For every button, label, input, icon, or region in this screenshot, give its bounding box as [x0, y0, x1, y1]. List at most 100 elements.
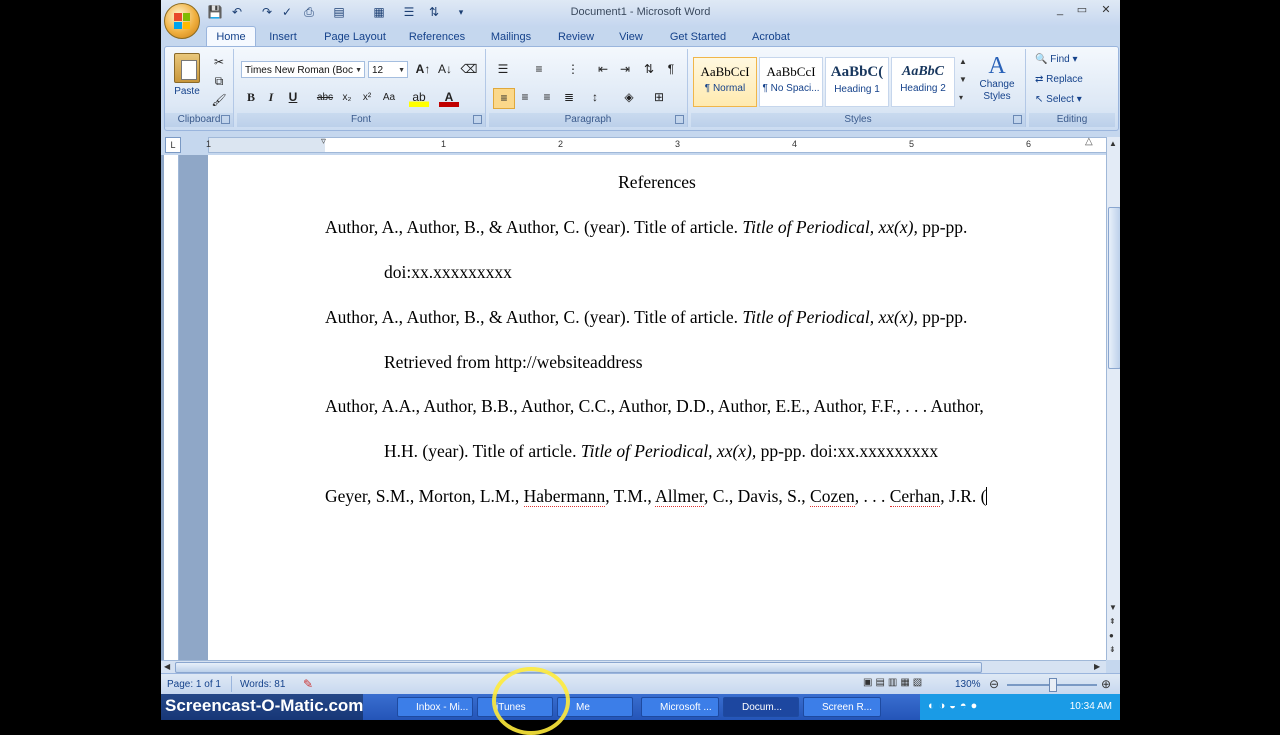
misspelled-word[interactable]: Cozen: [810, 486, 855, 507]
minimize-button[interactable]: _: [1049, 2, 1071, 18]
vertical-scrollbar[interactable]: ▲ ▼ ⇞ ● ⇟: [1106, 137, 1120, 660]
multilevel-list-button[interactable]: ⋮: [563, 60, 583, 79]
borders-icon[interactable]: ⊞: [649, 88, 669, 107]
format-painter-icon[interactable]: 🖌: [209, 91, 229, 110]
replace-button[interactable]: ⇄ Replace: [1035, 74, 1083, 85]
decrease-indent-button[interactable]: ⇤: [593, 60, 613, 79]
styles-scroll-up-icon[interactable]: ▲: [959, 57, 967, 66]
tab-mailings[interactable]: Mailings: [483, 29, 539, 46]
styles-more-icon[interactable]: ▾: [959, 93, 963, 102]
style-normal[interactable]: AaBbCcI ¶ Normal: [693, 57, 757, 107]
first-line-indent-marker[interactable]: ▿: [321, 136, 326, 147]
tab-view[interactable]: View: [613, 29, 649, 46]
taskbar-item-microsoft[interactable]: Microsoft ...: [641, 697, 719, 717]
find-button[interactable]: 🔍 Find ▾: [1035, 54, 1078, 65]
vertical-ruler[interactable]: [164, 155, 179, 660]
show-formatting-button[interactable]: ¶: [661, 60, 681, 79]
page-title: References: [618, 172, 696, 192]
italic-button[interactable]: I: [261, 88, 281, 107]
tab-home[interactable]: Home: [206, 26, 256, 48]
taskbar-item-screen-recorder[interactable]: Screen R...: [803, 697, 881, 717]
subscript-button[interactable]: x₂: [337, 88, 357, 107]
align-center-button[interactable]: ≡: [515, 88, 535, 107]
restore-button[interactable]: ▭: [1071, 2, 1093, 18]
paste-button[interactable]: Paste: [171, 53, 203, 103]
close-button[interactable]: ✕: [1095, 2, 1117, 18]
bold-button[interactable]: B: [241, 88, 261, 107]
tab-references[interactable]: References: [403, 29, 471, 46]
align-right-button[interactable]: ≡: [537, 88, 557, 107]
styles-scroll-down-icon[interactable]: ▼: [959, 75, 967, 84]
bullets-button[interactable]: ☰: [493, 60, 513, 79]
shrink-font-icon[interactable]: A↓: [435, 60, 455, 79]
grow-font-icon[interactable]: A↑: [413, 60, 433, 79]
numbering-button[interactable]: ≡: [529, 60, 549, 79]
page-count[interactable]: Page: 1 of 1: [167, 679, 221, 690]
change-case-button[interactable]: Aa: [379, 88, 399, 107]
style-heading-2[interactable]: AaBbC Heading 2: [891, 57, 955, 107]
font-name-combo[interactable]: Times New Roman (Boc ▼: [241, 61, 365, 78]
horizontal-scrollbar[interactable]: ◀ ▶: [161, 660, 1106, 674]
word-count[interactable]: Words: 81: [240, 679, 285, 690]
misspelled-word[interactable]: Allmer: [655, 486, 705, 507]
zoom-level[interactable]: 130%: [955, 679, 981, 690]
tab-get-started[interactable]: Get Started: [663, 29, 733, 46]
font-launcher-icon[interactable]: [473, 115, 482, 124]
scroll-up-icon[interactable]: ▲: [1109, 139, 1117, 148]
office-button[interactable]: [164, 3, 200, 39]
editing-group-label: Editing: [1029, 113, 1115, 127]
clear-formatting-icon[interactable]: ⌫: [459, 60, 479, 79]
line-spacing-button[interactable]: ↕: [585, 88, 605, 107]
font-color-icon[interactable]: A: [439, 88, 459, 107]
zoom-slider-thumb[interactable]: [1049, 678, 1057, 692]
select-button[interactable]: ↖ Select ▾: [1035, 94, 1082, 105]
sort-button[interactable]: ⇅: [639, 60, 659, 79]
tab-review[interactable]: Review: [551, 29, 601, 46]
change-styles-label: Change Styles: [979, 79, 1015, 102]
align-left-button[interactable]: ≡: [493, 88, 515, 109]
scroll-right-icon[interactable]: ▶: [1094, 662, 1100, 671]
increase-indent-button[interactable]: ⇥: [615, 60, 635, 79]
ruler-number: 5: [909, 139, 915, 149]
tab-insert[interactable]: Insert: [261, 29, 305, 46]
copy-icon[interactable]: ⧉: [209, 72, 229, 91]
taskbar-item-inbox[interactable]: Inbox - Mi...: [397, 697, 473, 717]
paragraph-launcher-icon[interactable]: [675, 115, 684, 124]
scroll-left-icon[interactable]: ◀: [164, 662, 170, 671]
zoom-out-icon[interactable]: ⊖: [989, 677, 999, 691]
styles-launcher-icon[interactable]: [1013, 115, 1022, 124]
justify-button[interactable]: ≣: [559, 88, 579, 107]
change-styles-button[interactable]: A Change Styles: [973, 53, 1021, 109]
proofing-icon[interactable]: ✎: [303, 677, 313, 691]
horizontal-ruler[interactable]: L ▿ 1 1 2 3 4 5 6 △: [161, 134, 1120, 155]
strikethrough-button[interactable]: abc: [315, 88, 335, 107]
font-size-combo[interactable]: 12 ▼: [368, 61, 408, 78]
previous-page-icon[interactable]: ⇞: [1109, 617, 1116, 626]
misspelled-word[interactable]: Habermann: [523, 486, 606, 507]
superscript-button[interactable]: x²: [357, 88, 377, 107]
highlight-icon[interactable]: ab: [409, 88, 429, 107]
document-page[interactable]: References Author, A., Author, B., & Aut…: [208, 155, 1106, 660]
font-name-value: Times New Roman (Boc: [245, 65, 353, 76]
underline-button[interactable]: U: [283, 88, 303, 107]
view-buttons[interactable]: ▣▤▥▦▧: [863, 677, 947, 691]
next-page-icon[interactable]: ⇟: [1109, 645, 1116, 654]
cut-icon[interactable]: ✂: [209, 53, 229, 72]
browse-object-icon[interactable]: ●: [1109, 631, 1114, 640]
scroll-down-icon[interactable]: ▼: [1109, 603, 1117, 612]
right-indent-marker[interactable]: △: [1085, 136, 1093, 147]
tab-selector-icon[interactable]: L: [165, 137, 181, 153]
scroll-thumb[interactable]: [1108, 207, 1120, 369]
style-heading-1[interactable]: AaBbC( Heading 1: [825, 57, 889, 107]
taskbar-item-document[interactable]: Docum...: [723, 697, 799, 717]
hscroll-thumb[interactable]: [175, 662, 982, 673]
shading-icon[interactable]: ◈: [619, 88, 639, 107]
misspelled-word[interactable]: Cerhan: [889, 486, 941, 507]
reference-italic: Title of Periodical, xx(x),: [580, 441, 757, 461]
tab-page-layout[interactable]: Page Layout: [319, 29, 391, 46]
tab-acrobat[interactable]: Acrobat: [745, 29, 797, 46]
zoom-in-icon[interactable]: ⊕: [1101, 677, 1111, 691]
style-no-spacing[interactable]: AaBbCcI ¶ No Spaci...: [759, 57, 823, 107]
clipboard-launcher-icon[interactable]: [221, 115, 230, 124]
tray-icons[interactable]: ◐◑◒◓●: [928, 700, 981, 712]
